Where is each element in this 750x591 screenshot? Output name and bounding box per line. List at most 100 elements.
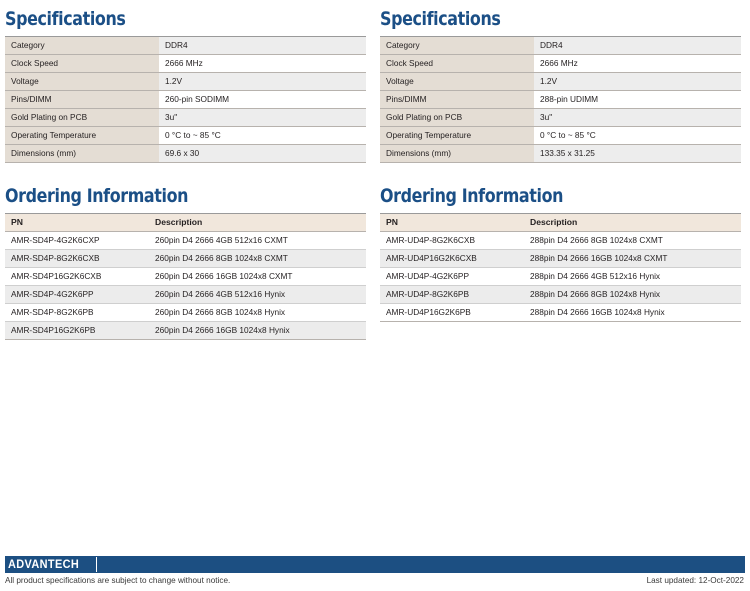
- spec-label: Category: [5, 36, 159, 55]
- spec-value: 2666 MHz: [534, 54, 741, 73]
- table-row: AMR-SD4P-4G2K6PP 260pin D4 2666 4GB 512x…: [5, 285, 366, 304]
- datasheet-page: Specifications Category DDR4 Clock Speed…: [0, 0, 750, 591]
- spec-value: 0 °C to ~ 85 °C: [159, 126, 366, 145]
- spec-value: DDR4: [534, 36, 741, 55]
- spec-value: 1.2V: [534, 72, 741, 91]
- cell-description: 260pin D4 2666 4GB 512x16 CXMT: [149, 231, 366, 250]
- table-row: Gold Plating on PCB 3u": [380, 108, 741, 127]
- spec-value: 2666 MHz: [159, 54, 366, 73]
- cell-pn: AMR-SD4P16G2K6PB: [5, 321, 149, 340]
- spec-value: DDR4: [159, 36, 366, 55]
- cell-pn: AMR-UD4P16G2K6CXB: [380, 249, 524, 268]
- spec-label: Clock Speed: [5, 54, 159, 73]
- table-row: Category DDR4: [380, 36, 741, 55]
- specifications-table-right: Category DDR4 Clock Speed 2666 MHz Volta…: [380, 36, 741, 163]
- footer-last-updated: Last updated: 12-Oct-2022: [646, 576, 744, 585]
- table-row: Dimensions (mm) 133.35 x 31.25: [380, 144, 741, 163]
- spec-label: Voltage: [380, 72, 534, 91]
- cell-pn: AMR-SD4P-4G2K6PP: [5, 285, 149, 304]
- table-row: Category DDR4: [5, 36, 366, 55]
- cell-pn: AMR-UD4P-8G2K6CXB: [380, 231, 524, 250]
- cell-description: 260pin D4 2666 4GB 512x16 Hynix: [149, 285, 366, 304]
- table-row: AMR-SD4P16G2K6PB 260pin D4 2666 16GB 102…: [5, 321, 366, 340]
- spec-label: Dimensions (mm): [5, 144, 159, 163]
- column-header-description: Description: [524, 213, 741, 232]
- page-footer: ADVANTECH All product specifications are…: [0, 550, 750, 591]
- table-row: AMR-UD4P16G2K6PB 288pin D4 2666 16GB 102…: [380, 303, 741, 322]
- table-row: AMR-SD4P-8G2K6PB 260pin D4 2666 8GB 1024…: [5, 303, 366, 322]
- spec-value: 0 °C to ~ 85 °C: [534, 126, 741, 145]
- column-header-description: Description: [149, 213, 366, 232]
- spec-label: Category: [380, 36, 534, 55]
- footer-blue-bar: [5, 556, 745, 573]
- advantech-logo: ADVANTECH: [8, 556, 91, 573]
- columns-container: Specifications Category DDR4 Clock Speed…: [0, 0, 750, 340]
- table-row: AMR-UD4P16G2K6CXB 288pin D4 2666 16GB 10…: [380, 249, 741, 268]
- spec-label: Operating Temperature: [5, 126, 159, 145]
- spec-value: 1.2V: [159, 72, 366, 91]
- spec-value: 288-pin UDIMM: [534, 90, 741, 109]
- spec-label: Voltage: [5, 72, 159, 91]
- column-right: Specifications Category DDR4 Clock Speed…: [375, 8, 750, 340]
- table-row: Clock Speed 2666 MHz: [5, 54, 366, 73]
- table-header-row: PN Description: [5, 213, 366, 232]
- spec-value: 69.6 x 30: [159, 144, 366, 163]
- spec-label: Gold Plating on PCB: [380, 108, 534, 127]
- cell-description: 288pin D4 2666 16GB 1024x8 CXMT: [524, 249, 741, 268]
- spec-value: 3u": [159, 108, 366, 127]
- table-row: Clock Speed 2666 MHz: [380, 54, 741, 73]
- column-header-pn: PN: [380, 213, 524, 232]
- cell-description: 260pin D4 2666 16GB 1024x8 CXMT: [149, 267, 366, 286]
- ordering-information-title-left: Ordering Information: [5, 185, 189, 207]
- cell-pn: AMR-UD4P-8G2K6PB: [380, 285, 524, 304]
- table-row: Voltage 1.2V: [5, 72, 366, 91]
- logo-divider: [96, 557, 97, 572]
- cell-description: 288pin D4 2666 8GB 1024x8 Hynix: [524, 285, 741, 304]
- cell-description: 288pin D4 2666 16GB 1024x8 Hynix: [524, 303, 741, 322]
- specifications-title-right: Specifications: [380, 8, 501, 30]
- column-left: Specifications Category DDR4 Clock Speed…: [0, 8, 375, 340]
- table-row: Operating Temperature 0 °C to ~ 85 °C: [5, 126, 366, 145]
- cell-description: 260pin D4 2666 16GB 1024x8 Hynix: [149, 321, 366, 340]
- table-row: Gold Plating on PCB 3u": [5, 108, 366, 127]
- cell-pn: AMR-UD4P-4G2K6PP: [380, 267, 524, 286]
- spec-value: 3u": [534, 108, 741, 127]
- spec-value: 260-pin SODIMM: [159, 90, 366, 109]
- cell-description: 260pin D4 2666 8GB 1024x8 Hynix: [149, 303, 366, 322]
- spec-label: Operating Temperature: [380, 126, 534, 145]
- table-row: AMR-SD4P-8G2K6CXB 260pin D4 2666 8GB 102…: [5, 249, 366, 268]
- table-row: Pins/DIMM 260-pin SODIMM: [5, 90, 366, 109]
- table-row: AMR-SD4P-4G2K6CXP 260pin D4 2666 4GB 512…: [5, 231, 366, 250]
- table-row: Operating Temperature 0 °C to ~ 85 °C: [380, 126, 741, 145]
- spec-label: Dimensions (mm): [380, 144, 534, 163]
- cell-pn: AMR-SD4P16G2K6CXB: [5, 267, 149, 286]
- ordering-table-right: PN Description AMR-UD4P-8G2K6CXB 288pin …: [380, 213, 741, 322]
- spec-label: Clock Speed: [380, 54, 534, 73]
- cell-description: 288pin D4 2666 8GB 1024x8 CXMT: [524, 231, 741, 250]
- table-row: AMR-SD4P16G2K6CXB 260pin D4 2666 16GB 10…: [5, 267, 366, 286]
- ordering-table-left: PN Description AMR-SD4P-4G2K6CXP 260pin …: [5, 213, 366, 340]
- table-row: AMR-UD4P-8G2K6PB 288pin D4 2666 8GB 1024…: [380, 285, 741, 304]
- cell-pn: AMR-UD4P16G2K6PB: [380, 303, 524, 322]
- column-header-pn: PN: [5, 213, 149, 232]
- table-header-row: PN Description: [380, 213, 741, 232]
- specifications-title-left: Specifications: [5, 8, 126, 30]
- cell-pn: AMR-SD4P-8G2K6PB: [5, 303, 149, 322]
- specifications-table-left: Category DDR4 Clock Speed 2666 MHz Volta…: [5, 36, 366, 163]
- spec-label: Pins/DIMM: [380, 90, 534, 109]
- spec-label: Pins/DIMM: [5, 90, 159, 109]
- spec-value: 133.35 x 31.25: [534, 144, 741, 163]
- table-row: AMR-UD4P-8G2K6CXB 288pin D4 2666 8GB 102…: [380, 231, 741, 250]
- table-row: Voltage 1.2V: [380, 72, 741, 91]
- cell-pn: AMR-SD4P-8G2K6CXB: [5, 249, 149, 268]
- table-row: AMR-UD4P-4G2K6PP 288pin D4 2666 4GB 512x…: [380, 267, 741, 286]
- spec-label: Gold Plating on PCB: [5, 108, 159, 127]
- cell-description: 288pin D4 2666 4GB 512x16 Hynix: [524, 267, 741, 286]
- advantech-logo-text: ADVANTECH: [8, 558, 80, 571]
- ordering-information-title-right: Ordering Information: [380, 185, 564, 207]
- table-row: Pins/DIMM 288-pin UDIMM: [380, 90, 741, 109]
- table-row: Dimensions (mm) 69.6 x 30: [5, 144, 366, 163]
- cell-pn: AMR-SD4P-4G2K6CXP: [5, 231, 149, 250]
